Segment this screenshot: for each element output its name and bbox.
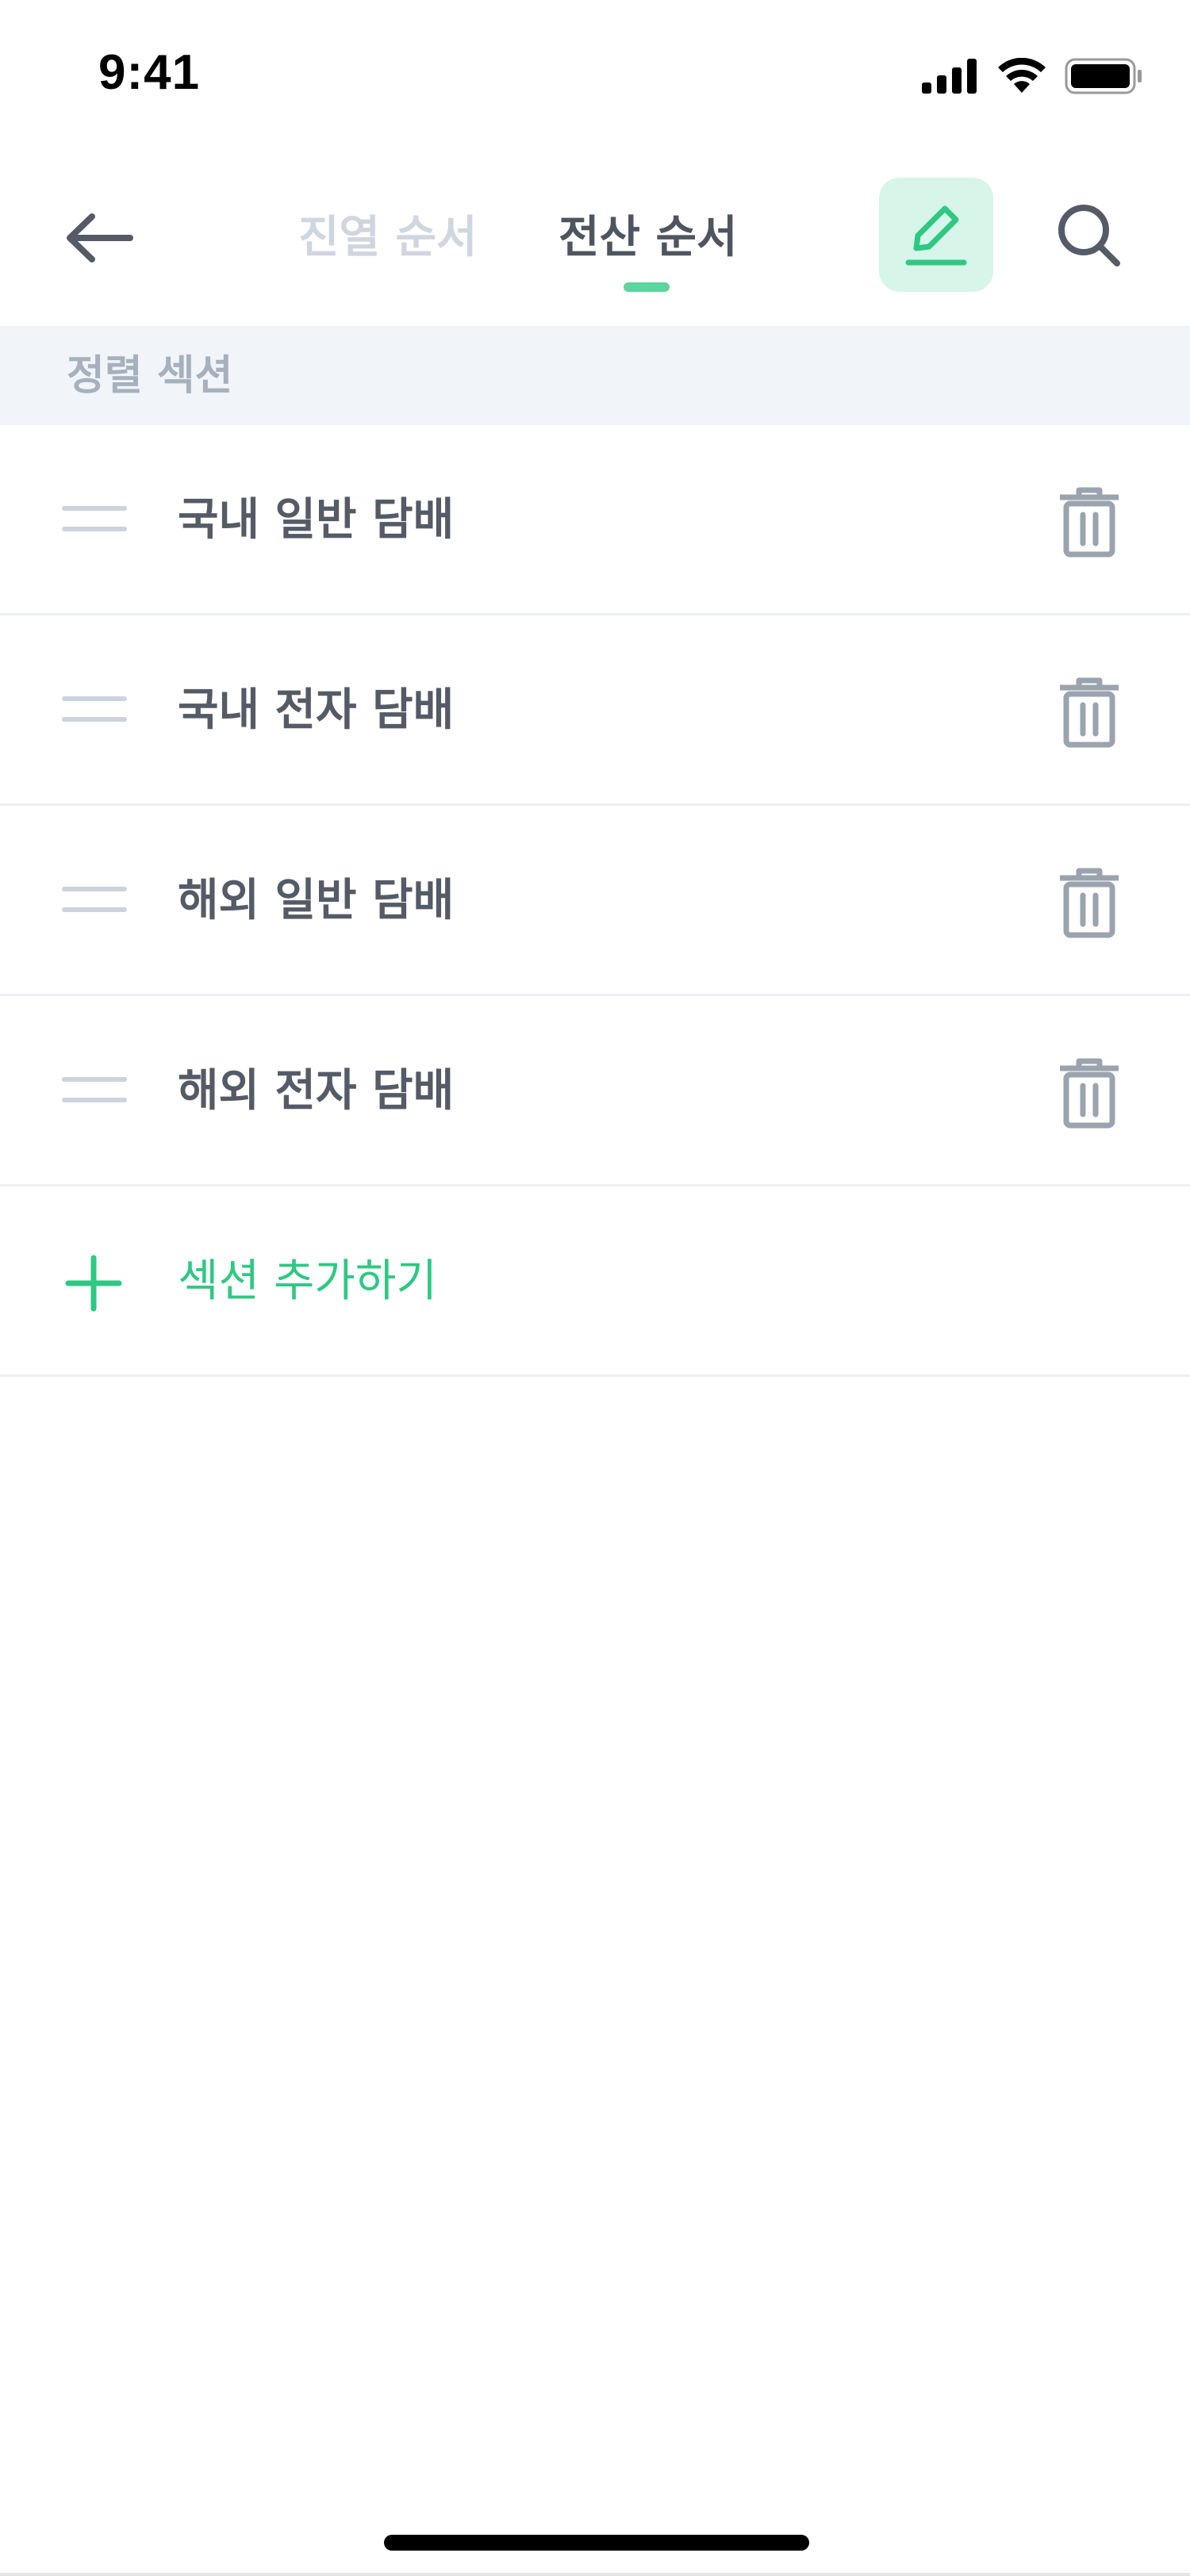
section-row[interactable]: 국내 일반 담배 [0, 425, 1190, 615]
back-button[interactable] [56, 198, 143, 278]
add-section-label: 섹션 추가하기 [178, 1255, 437, 1307]
battery-icon [1065, 58, 1142, 94]
section-row-label: 국내 일반 담배 [178, 494, 455, 546]
plus-icon [65, 1255, 122, 1312]
home-indicator[interactable] [384, 2535, 809, 2551]
trash-icon [1060, 487, 1119, 558]
delete-button[interactable] [1046, 481, 1133, 563]
section-row-label: 국내 전자 담배 [178, 684, 455, 736]
screen: 9:41 진열 순서 전산 순서 정렬 섹션 국내 일반 담배 국내 전자 담배… [0, 0, 1190, 2576]
drag-handle-icon[interactable] [62, 1075, 127, 1107]
pencil-icon [905, 205, 967, 266]
drag-handle-icon[interactable] [62, 885, 127, 917]
section-title: 정렬 섹션 [67, 352, 233, 400]
status-time: 9:41 [98, 45, 201, 100]
delete-button[interactable] [1046, 861, 1133, 944]
section-list: 국내 일반 담배 국내 전자 담배 해외 일반 담배 해외 전자 담배 섹션 추… [0, 425, 1190, 1377]
wifi-icon [998, 58, 1046, 93]
arrow-left-icon [67, 213, 133, 263]
tab-display-order[interactable]: 진열 순서 [298, 206, 478, 270]
tab-accounting-order[interactable]: 전산 순서 [559, 206, 738, 270]
section-row-label: 해외 일반 담배 [178, 875, 455, 926]
header: 진열 순서 전산 순서 [0, 143, 1190, 328]
section-row[interactable]: 국내 전자 담배 [0, 615, 1190, 806]
section-row[interactable]: 해외 전자 담배 [0, 996, 1190, 1186]
delete-button[interactable] [1046, 1052, 1133, 1134]
search-button[interactable] [1047, 194, 1130, 276]
drag-handle-icon[interactable] [62, 504, 127, 536]
delete-button[interactable] [1046, 671, 1133, 753]
trash-icon [1060, 868, 1119, 938]
status-bar: 9:41 [0, 0, 1190, 143]
trash-icon [1060, 1058, 1119, 1129]
drag-handle-icon[interactable] [62, 695, 127, 726]
add-section-button[interactable]: 섹션 추가하기 [0, 1186, 1190, 1377]
edit-button[interactable] [879, 178, 993, 292]
section-row[interactable]: 해외 일반 담배 [0, 806, 1190, 996]
signal-icon [922, 59, 977, 94]
active-tab-indicator [624, 282, 670, 292]
search-icon [1058, 205, 1120, 266]
section-row-label: 해외 전자 담배 [178, 1065, 455, 1117]
trash-icon [1060, 677, 1119, 748]
status-icons [922, 52, 1144, 100]
bottom-divider [0, 2573, 1190, 2576]
section-header: 정렬 섹션 [0, 328, 1190, 425]
